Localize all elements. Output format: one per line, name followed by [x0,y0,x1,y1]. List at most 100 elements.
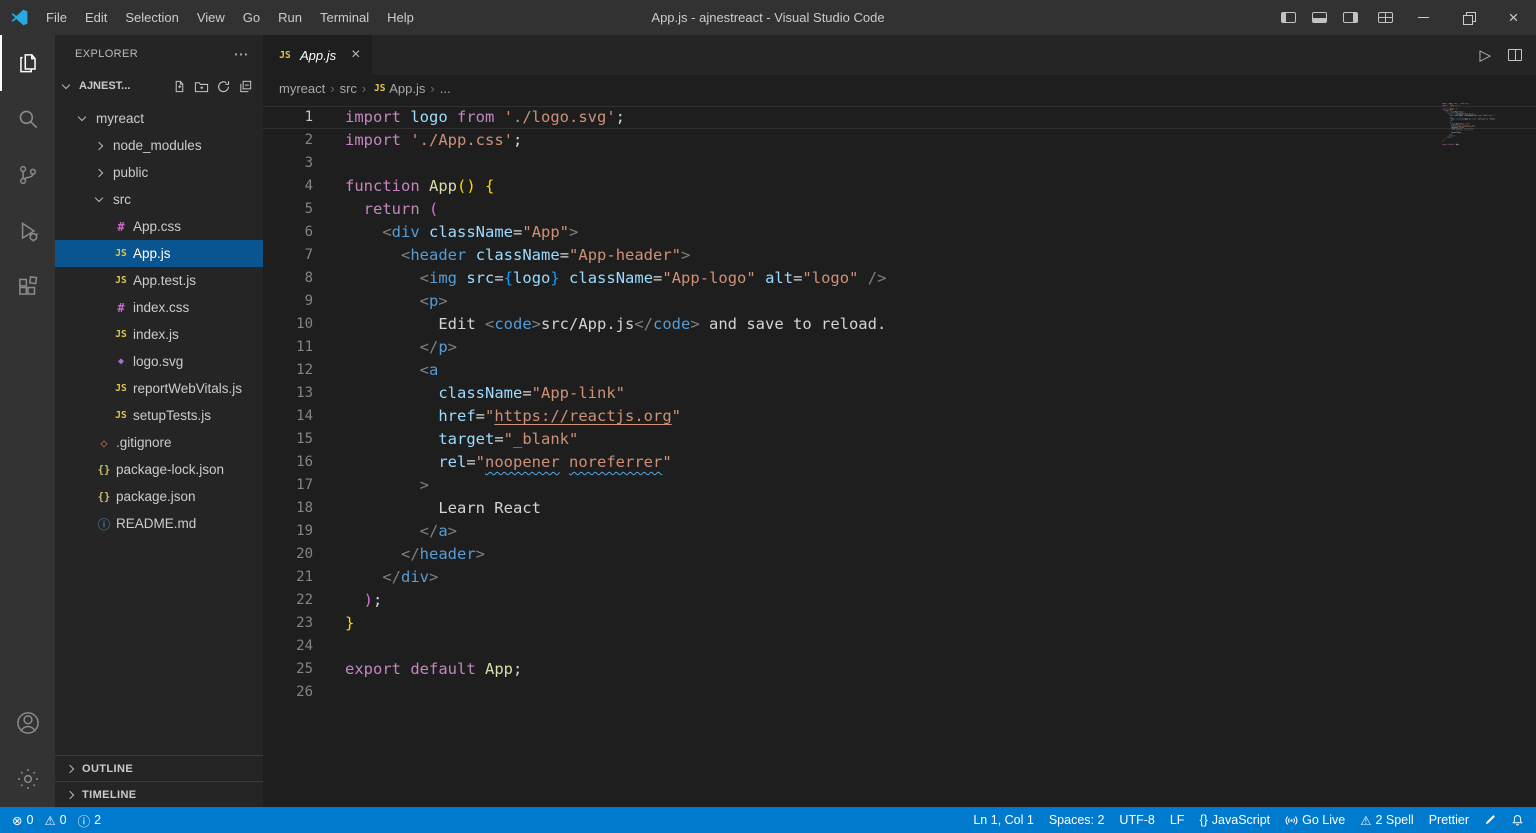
code-line-23[interactable]: 23} [263,612,1536,635]
tree-item-label: package-lock.json [116,462,224,477]
tree-item-logo-svg[interactable]: ◆logo.svg [55,348,263,375]
code-line-16[interactable]: 16 rel="noopener noreferrer" [263,451,1536,474]
code-line-26[interactable]: 26 [263,681,1536,704]
workspace-section-header[interactable]: AJNEST... [55,73,263,99]
activity-extensions[interactable] [0,259,55,315]
go-live-status[interactable]: Go Live [1285,813,1345,827]
tree-item-package-lock-json[interactable]: {}package-lock.json [55,456,263,483]
breadcrumb-item[interactable]: ... [440,81,451,96]
error-icon: ⊗ [12,813,22,828]
restore-button[interactable] [1446,0,1491,35]
code-line-6[interactable]: 6 <div className="App"> [263,221,1536,244]
activity-account[interactable] [0,695,55,751]
code-line-4[interactable]: 4function App() { [263,175,1536,198]
tree-item-setuptests-js[interactable]: JSsetupTests.js [55,402,263,429]
code-line-19[interactable]: 19 </a> [263,520,1536,543]
encoding-status[interactable]: UTF-8 [1119,813,1154,827]
code-line-12[interactable]: 12 <a [263,359,1536,382]
code-line-17[interactable]: 17 > [263,474,1536,497]
code-line-1[interactable]: 1import logo from './logo.svg'; [263,106,1536,129]
activity-run-debug[interactable] [0,203,55,259]
warnings-status[interactable]: ⚠0 [44,813,66,828]
menu-view[interactable]: View [188,0,234,35]
new-folder-icon[interactable] [194,79,209,94]
minimize-button[interactable] [1401,0,1446,35]
tree-item-myreact[interactable]: myreact [55,105,263,132]
menu-file[interactable]: File [37,0,76,35]
code-line-5[interactable]: 5 return ( [263,198,1536,221]
minimap[interactable]: import logo from './logo.svg';import './… [1442,103,1520,253]
code-line-11[interactable]: 11 </p> [263,336,1536,359]
breadcrumb-item[interactable]: JSApp.js [371,81,425,96]
toggle-sidebar-icon[interactable] [1281,12,1296,23]
activity-explorer[interactable] [0,35,55,91]
breadcrumb-item[interactable]: myreact [279,81,325,96]
split-editor-icon[interactable] [1508,49,1522,61]
tree-item-readme-md[interactable]: ⓘREADME.md [55,510,263,537]
close-tab-icon[interactable]: × [351,47,360,63]
braces-icon: {} [1199,813,1207,827]
customize-layout-icon[interactable] [1378,12,1393,23]
tree-item-public[interactable]: public [55,159,263,186]
activity-settings[interactable] [0,751,55,807]
tree-item-app-js[interactable]: JSApp.js [55,240,263,267]
tree-item-app-css[interactable]: #App.css [55,213,263,240]
tree-item--gitignore[interactable]: ◇.gitignore [55,429,263,456]
tree-item-index-css[interactable]: #index.css [55,294,263,321]
errors-status[interactable]: ⊗0 [12,813,33,828]
more-actions-icon[interactable]: ⋯ [234,47,249,62]
code-line-15[interactable]: 15 target="_blank" [263,428,1536,451]
menu-edit[interactable]: Edit [76,0,116,35]
code-line-24[interactable]: 24 [263,635,1536,658]
line-number: 26 [263,681,313,704]
run-button[interactable]: ▷ [1479,46,1491,64]
toggle-secondary-sidebar-icon[interactable] [1343,12,1358,23]
eol-status[interactable]: LF [1170,813,1185,827]
code-line-20[interactable]: 20 </header> [263,543,1536,566]
code-line-10[interactable]: 10 Edit <code>src/App.js</code> and save… [263,313,1536,336]
breadcrumb-item[interactable]: src [340,81,357,96]
code-line-21[interactable]: 21 </div> [263,566,1536,589]
menu-go[interactable]: Go [234,0,269,35]
code-line-25[interactable]: 25export default App; [263,658,1536,681]
code-line-18[interactable]: 18 Learn React [263,497,1536,520]
tree-item-package-json[interactable]: {}package.json [55,483,263,510]
new-file-icon[interactable] [172,79,187,94]
menu-help[interactable]: Help [378,0,423,35]
tree-item-reportwebvitals-js[interactable]: JSreportWebVitals.js [55,375,263,402]
cursor-position-status[interactable]: Ln 1, Col 1 [973,813,1033,827]
prettier-status[interactable]: Prettier [1429,813,1469,827]
code-editor[interactable]: 1import logo from './logo.svg';2import '… [263,101,1536,807]
tree-item-node-modules[interactable]: node_modules [55,132,263,159]
menu-terminal[interactable]: Terminal [311,0,378,35]
tree-item-app-test-js[interactable]: JSApp.test.js [55,267,263,294]
code-line-14[interactable]: 14 href="https://reactjs.org" [263,405,1536,428]
infos-status[interactable]: ⓘ2 [78,811,101,830]
code-line-7[interactable]: 7 <header className="App-header"> [263,244,1536,267]
panel-timeline[interactable]: TIMELINE [55,781,263,807]
activity-source-control[interactable] [0,147,55,203]
activity-search[interactable] [0,91,55,147]
code-line-3[interactable]: 3 [263,152,1536,175]
menu-selection[interactable]: Selection [116,0,187,35]
indentation-status[interactable]: Spaces: 2 [1049,813,1105,827]
menu-run[interactable]: Run [269,0,311,35]
close-button[interactable]: × [1491,0,1536,35]
tree-item-index-js[interactable]: JSindex.js [55,321,263,348]
tab-app-js[interactable]: JS App.js × [263,35,372,75]
refresh-icon[interactable] [216,79,231,94]
panel-outline[interactable]: OUTLINE [55,755,263,781]
code-token: > [429,568,438,586]
code-line-8[interactable]: 8 <img src={logo} className="App-logo" a… [263,267,1536,290]
code-line-2[interactable]: 2import './App.css'; [263,129,1536,152]
code-line-9[interactable]: 9 <p> [263,290,1536,313]
toggle-panel-icon[interactable] [1312,12,1327,23]
collapse-all-icon[interactable] [238,79,253,94]
code-line-22[interactable]: 22 ); [263,589,1536,612]
edit-mode-status[interactable] [1484,814,1496,826]
notifications-status[interactable] [1511,814,1524,827]
code-line-13[interactable]: 13 className="App-link" [263,382,1536,405]
language-status[interactable]: {}JavaScript [1199,813,1270,827]
tree-item-src[interactable]: src [55,186,263,213]
spell-checker-status[interactable]: ⚠2 Spell [1360,813,1413,828]
